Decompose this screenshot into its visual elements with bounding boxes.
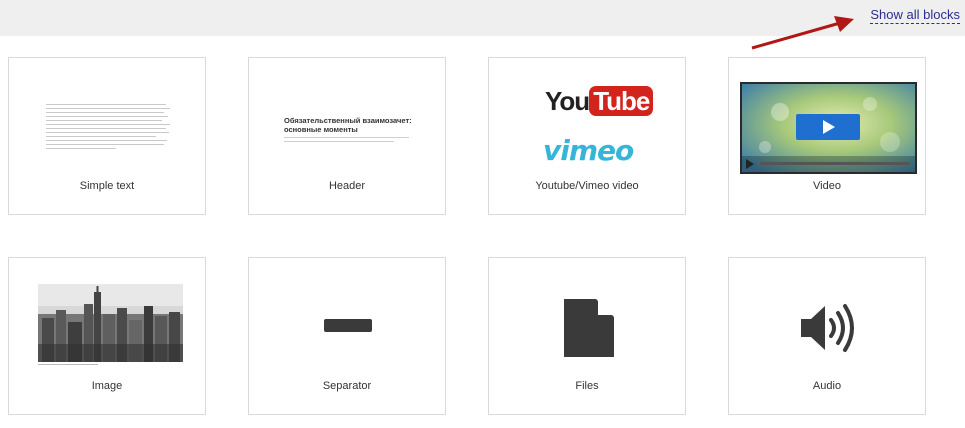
block-label: Simple text <box>79 180 135 192</box>
video-preview <box>740 82 917 174</box>
arrow-icon <box>751 16 854 50</box>
separator-icon <box>324 319 372 332</box>
youtube-logo: You Tube <box>545 86 654 117</box>
header-preview-title: Обязательственный взаимозачет: основные … <box>284 116 412 134</box>
block-files[interactable]: Files <box>488 257 686 415</box>
text-preview <box>46 104 172 152</box>
vimeo-logo: vimeo <box>543 134 634 167</box>
block-separator[interactable]: Separator <box>248 257 446 415</box>
show-all-blocks-link[interactable]: Show all blocks <box>870 7 960 24</box>
block-youtube-vimeo-video[interactable]: You Tube vimeo Youtube/Vimeo video <box>488 57 686 215</box>
speaker-icon <box>801 304 854 352</box>
block-label: Youtube/Vimeo video <box>535 180 639 192</box>
block-label: Separator <box>322 380 372 392</box>
block-label: Audio <box>812 380 842 392</box>
block-label: Files <box>575 380 599 392</box>
block-video[interactable]: Video <box>728 57 926 215</box>
block-label: Image <box>91 380 123 392</box>
file-icon <box>564 299 614 357</box>
image-preview <box>38 284 183 365</box>
block-image[interactable]: Image <box>8 257 206 415</box>
block-audio[interactable]: Audio <box>728 257 926 415</box>
block-header[interactable]: Обязательственный взаимозачет: основные … <box>248 57 446 215</box>
block-simple-text[interactable]: Simple text <box>8 57 206 215</box>
header-preview: Обязательственный взаимозачет: основные … <box>284 116 434 142</box>
block-label: Video <box>813 180 841 192</box>
block-label: Header <box>328 180 366 192</box>
